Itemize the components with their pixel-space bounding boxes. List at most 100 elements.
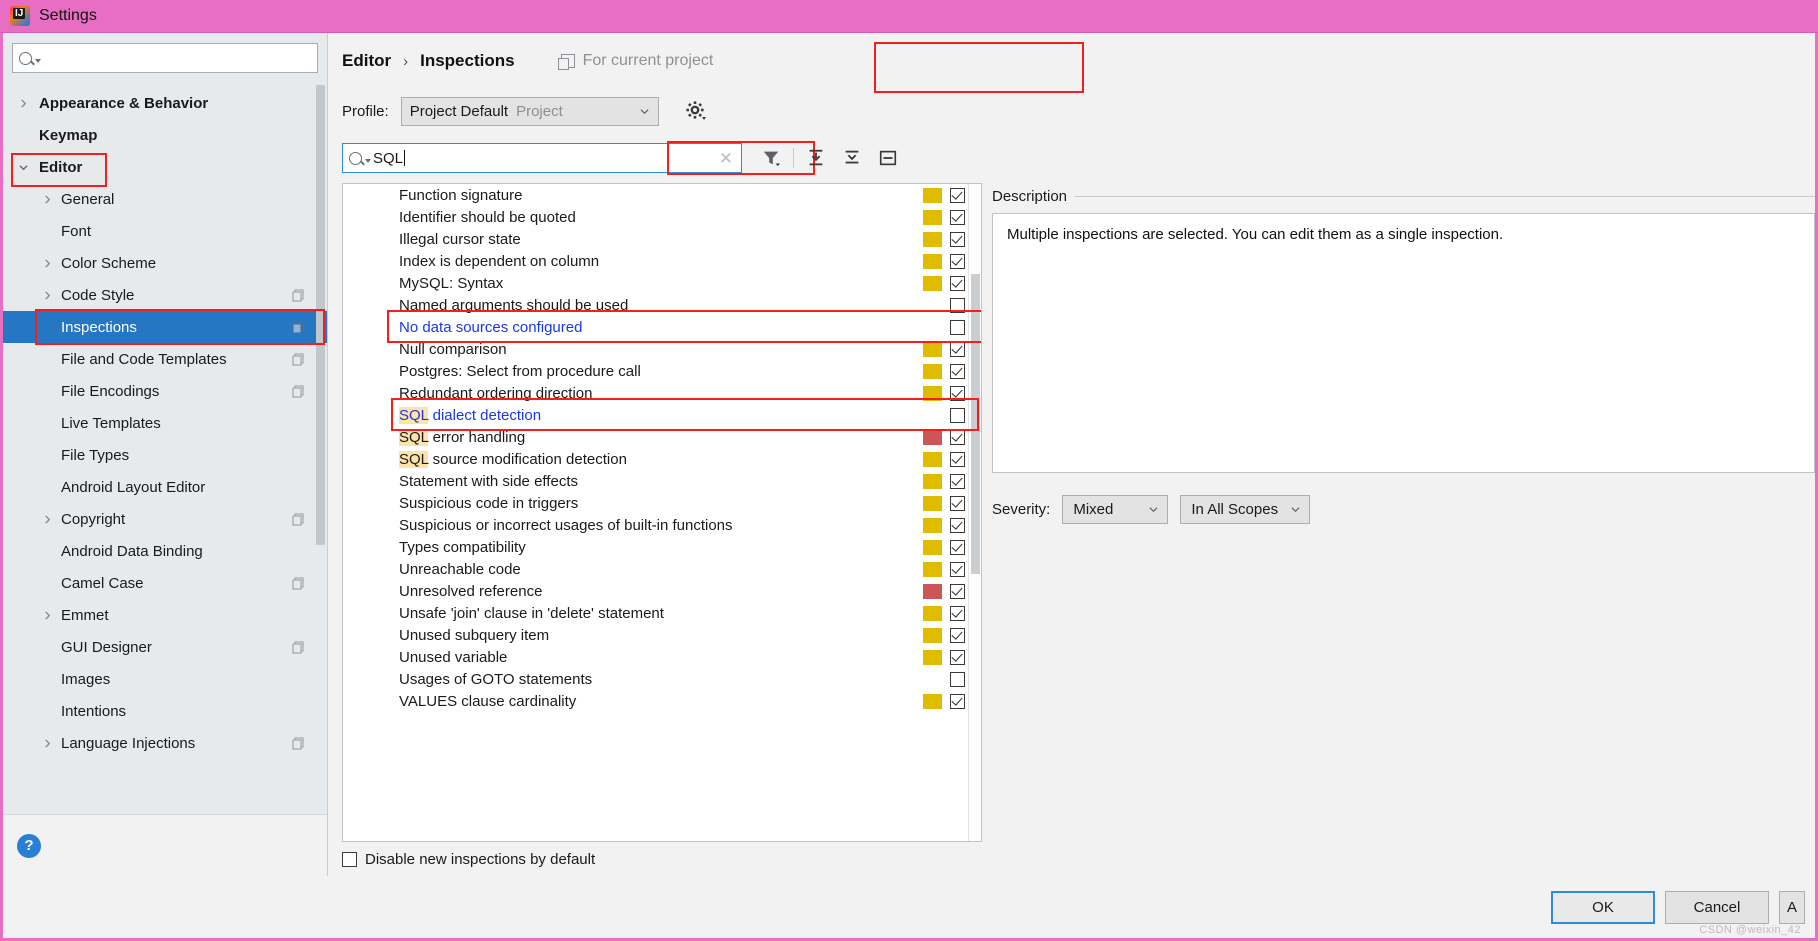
- help-button[interactable]: ?: [17, 833, 41, 858]
- inspections-list-panel[interactable]: Function signature Identifier should be q…: [342, 183, 982, 842]
- inspection-checkbox-cell[interactable]: [946, 602, 968, 624]
- inspection-row[interactable]: Usages of GOTO statements: [343, 668, 968, 690]
- inspection-checkbox-cell[interactable]: [946, 338, 968, 360]
- inspection-row[interactable]: Postgres: Select from procedure call: [343, 360, 968, 382]
- inspection-checkbox[interactable]: [949, 209, 965, 225]
- inspection-checkbox-cell[interactable]: [946, 448, 968, 470]
- inspection-row[interactable]: SQL dialect detection: [343, 404, 968, 426]
- inspection-checkbox[interactable]: [949, 451, 965, 467]
- sidebar-search-input[interactable]: [41, 49, 311, 67]
- settings-tree[interactable]: Appearance & Behavior Keymap Editor General…: [3, 81, 327, 814]
- inspection-row[interactable]: Illegal cursor state: [343, 228, 968, 250]
- expand-all-icon[interactable]: [801, 143, 831, 173]
- inspection-checkbox[interactable]: [949, 187, 965, 203]
- inspection-checkbox[interactable]: [949, 363, 965, 379]
- chevron-right-icon[interactable]: [43, 514, 52, 524]
- inspection-row[interactable]: Named arguments should be used: [343, 294, 968, 316]
- inspection-checkbox[interactable]: [949, 539, 965, 555]
- sidebar-item-code-style[interactable]: Code Style: [3, 279, 327, 311]
- inspection-checkbox-cell[interactable]: [946, 404, 968, 426]
- inspection-checkbox[interactable]: [949, 253, 965, 269]
- inspection-checkbox-cell[interactable]: [946, 668, 968, 690]
- inspection-checkbox[interactable]: [949, 275, 965, 291]
- sidebar-item-emmet[interactable]: Emmet: [3, 599, 327, 631]
- show-only-enabled-icon[interactable]: [873, 143, 903, 173]
- sidebar-scrollbar[interactable]: [316, 85, 325, 565]
- chevron-right-icon[interactable]: [43, 290, 52, 300]
- inspection-checkbox-cell[interactable]: [946, 250, 968, 272]
- inspection-row[interactable]: Function signature: [343, 184, 968, 206]
- sidebar-search-field[interactable]: [12, 43, 318, 73]
- inspection-checkbox[interactable]: [949, 495, 965, 511]
- inspection-row[interactable]: Unused subquery item: [343, 624, 968, 646]
- sidebar-item-images[interactable]: Images: [3, 663, 327, 695]
- sidebar-item-live-templates[interactable]: Live Templates: [3, 407, 327, 439]
- sidebar-item-android-data-binding[interactable]: Android Data Binding: [3, 535, 327, 567]
- inspection-checkbox[interactable]: [949, 407, 965, 423]
- inspection-checkbox-cell[interactable]: [946, 228, 968, 250]
- inspection-checkbox-cell[interactable]: [946, 492, 968, 514]
- inspection-row[interactable]: VALUES clause cardinality: [343, 690, 968, 712]
- inspection-row[interactable]: Unsafe 'join' clause in 'delete' stateme…: [343, 602, 968, 624]
- inspection-checkbox[interactable]: [949, 517, 965, 533]
- inspection-checkbox[interactable]: [949, 583, 965, 599]
- chevron-right-icon[interactable]: [19, 98, 28, 108]
- chevron-right-icon[interactable]: [43, 610, 52, 620]
- cancel-button[interactable]: Cancel: [1665, 890, 1769, 924]
- inspection-checkbox[interactable]: [949, 319, 965, 335]
- inspection-checkbox[interactable]: [949, 605, 965, 621]
- filter-icon[interactable]: [756, 143, 786, 173]
- inspection-checkbox-cell[interactable]: [946, 426, 968, 448]
- inspection-row[interactable]: No data sources configured: [343, 316, 968, 338]
- search-options-caret-icon[interactable]: [365, 159, 371, 163]
- sidebar-item-intentions[interactable]: Intentions: [3, 695, 327, 727]
- inspection-checkbox[interactable]: [949, 649, 965, 665]
- inspection-checkbox-cell[interactable]: [946, 514, 968, 536]
- inspection-checkbox[interactable]: [949, 561, 965, 577]
- inspection-checkbox-cell[interactable]: [946, 470, 968, 492]
- inspection-checkbox-cell[interactable]: [946, 558, 968, 580]
- inspection-checkbox[interactable]: [949, 671, 965, 687]
- inspection-checkbox-cell[interactable]: [946, 360, 968, 382]
- sidebar-item-camel-case[interactable]: Camel Case: [3, 567, 327, 599]
- chevron-down-icon[interactable]: [19, 163, 28, 172]
- inspection-row[interactable]: Unreachable code: [343, 558, 968, 580]
- inspection-checkbox-cell[interactable]: [946, 690, 968, 712]
- inspection-checkbox[interactable]: [949, 627, 965, 643]
- sidebar-item-font[interactable]: Font: [3, 215, 327, 247]
- severity-dropdown[interactable]: Mixed: [1062, 494, 1169, 524]
- sidebar-item-gui-designer[interactable]: GUI Designer: [3, 631, 327, 663]
- sidebar-scrollbar-thumb[interactable]: [316, 85, 325, 545]
- sidebar-item-file-types[interactable]: File Types: [3, 439, 327, 471]
- inspections-list-scrollbar-thumb[interactable]: [971, 274, 980, 574]
- sidebar-item-appearance-behavior[interactable]: Appearance & Behavior: [3, 87, 327, 119]
- inspection-checkbox-cell[interactable]: [946, 184, 968, 206]
- inspection-checkbox[interactable]: [949, 473, 965, 489]
- chevron-right-icon[interactable]: [43, 194, 52, 204]
- sidebar-item-file-and-code-templates[interactable]: File and Code Templates: [3, 343, 327, 375]
- sidebar-item-color-scheme[interactable]: Color Scheme: [3, 247, 327, 279]
- inspection-row[interactable]: Statement with side effects: [343, 470, 968, 492]
- sidebar-item-general[interactable]: General: [3, 183, 327, 215]
- inspection-checkbox-cell[interactable]: [946, 206, 968, 228]
- inspection-row[interactable]: Types compatibility: [343, 536, 968, 558]
- inspection-checkbox-cell[interactable]: [946, 294, 968, 316]
- inspection-checkbox[interactable]: [949, 693, 965, 709]
- sidebar-item-file-encodings[interactable]: File Encodings: [3, 375, 327, 407]
- inspection-row[interactable]: Index is dependent on column: [343, 250, 968, 272]
- chevron-right-icon[interactable]: [43, 258, 52, 268]
- inspections-list[interactable]: Function signature Identifier should be q…: [343, 184, 968, 841]
- gear-icon[interactable]: [685, 100, 707, 122]
- inspection-checkbox[interactable]: [949, 297, 965, 313]
- sidebar-item-language-injections[interactable]: Language Injections: [3, 727, 327, 759]
- scope-dropdown[interactable]: In All Scopes: [1180, 494, 1311, 524]
- inspection-row[interactable]: Redundant ordering direction: [343, 382, 968, 404]
- inspection-checkbox[interactable]: [949, 429, 965, 445]
- inspection-checkbox-cell[interactable]: [946, 624, 968, 646]
- sidebar-item-android-layout-editor[interactable]: Android Layout Editor: [3, 471, 327, 503]
- inspection-checkbox-cell[interactable]: [946, 580, 968, 602]
- disable-new-inspections-checkbox[interactable]: [342, 851, 357, 867]
- inspection-row[interactable]: Null comparison: [343, 338, 968, 360]
- inspection-row[interactable]: Unused variable: [343, 646, 968, 668]
- sidebar-item-editor[interactable]: Editor: [3, 151, 327, 183]
